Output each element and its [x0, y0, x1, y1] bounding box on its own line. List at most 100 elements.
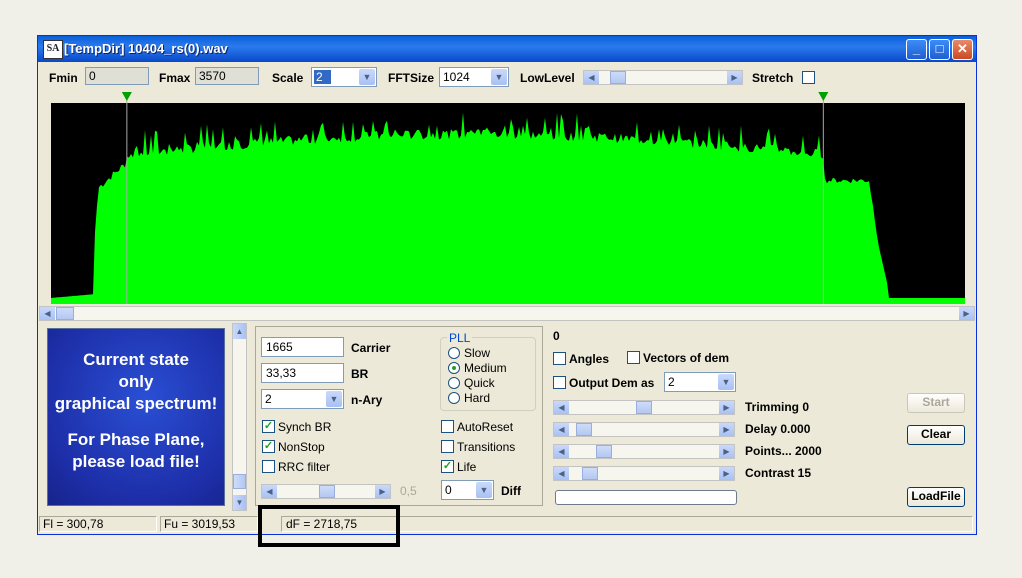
- trimming-slider[interactable]: ◀ ▶: [553, 400, 735, 415]
- pll-option-label: Slow: [464, 346, 491, 360]
- chevron-down-icon[interactable]: ▼: [326, 391, 342, 407]
- diff-label: Diff: [501, 484, 521, 498]
- arrow-down-icon[interactable]: ▼: [233, 495, 246, 510]
- pll-option-hard[interactable]: Hard: [448, 391, 534, 405]
- lowlevel-slider[interactable]: ◀ ▶: [583, 70, 743, 85]
- status-fu: Fu = 3019,53: [160, 516, 258, 532]
- arrow-right-icon[interactable]: ▶: [719, 445, 734, 458]
- scale-value: 2: [314, 70, 331, 84]
- synch-br-checkbox[interactable]: ✓: [262, 420, 275, 433]
- output-dem-select[interactable]: 2 ▼: [664, 372, 736, 392]
- pll-option-slow[interactable]: Slow: [448, 346, 534, 360]
- fmin-field[interactable]: 0: [85, 67, 149, 85]
- chevron-down-icon[interactable]: ▼: [476, 482, 492, 498]
- vectors-checkbox[interactable]: [627, 351, 640, 364]
- vectors-label: Vectors of dem: [643, 351, 730, 365]
- output-dem-checkbox[interactable]: [553, 376, 566, 389]
- arrow-right-icon[interactable]: ▶: [959, 307, 974, 320]
- arrow-right-icon[interactable]: ▶: [719, 401, 734, 414]
- pll-option-quick[interactable]: Quick: [448, 376, 534, 390]
- br-input[interactable]: 33,33: [261, 363, 344, 383]
- pll-option-medium[interactable]: Medium: [448, 361, 534, 375]
- fmax-field[interactable]: 3570: [195, 67, 259, 85]
- arrow-up-icon[interactable]: ▲: [233, 324, 246, 339]
- info-scroll-thumb[interactable]: [233, 474, 246, 489]
- points-label: Points... 2000: [745, 444, 822, 458]
- clear-button[interactable]: Clear: [907, 425, 965, 445]
- scale-select[interactable]: 2 ▼: [311, 67, 377, 87]
- nonstop-checkbox[interactable]: ✓: [262, 440, 275, 453]
- app-icon: SA: [43, 40, 63, 59]
- info-scrollbar[interactable]: ▲ ▼: [232, 323, 247, 511]
- info-line: only: [118, 372, 154, 391]
- transitions-checkbox[interactable]: [441, 440, 454, 453]
- demod-value: 0: [553, 329, 560, 343]
- info-panel: Current state only graphical spectrum! F…: [47, 328, 225, 506]
- pll-radio[interactable]: [448, 347, 460, 359]
- autoreset-checkbox[interactable]: [441, 420, 454, 433]
- stretch-checkbox[interactable]: [802, 71, 815, 84]
- title-bar[interactable]: SA [TempDir] 10404_rs(0).wav _ □ ✕: [38, 36, 976, 62]
- carrier-input[interactable]: 1665: [261, 337, 344, 357]
- arrow-right-icon[interactable]: ▶: [719, 423, 734, 436]
- delay-thumb[interactable]: [575, 423, 592, 436]
- arrow-left-icon[interactable]: ◀: [554, 423, 569, 436]
- main-window: SA [TempDir] 10404_rs(0).wav _ □ ✕ Fmin …: [37, 35, 977, 535]
- fmax-label: Fmax: [159, 71, 191, 85]
- synch-br-label: Synch BR: [278, 420, 332, 434]
- chevron-down-icon[interactable]: ▼: [359, 69, 375, 85]
- diff-select[interactable]: 0 ▼: [441, 480, 494, 500]
- arrow-left-icon[interactable]: ◀: [554, 401, 569, 414]
- contrast-thumb[interactable]: [582, 467, 599, 480]
- life-label: Life: [457, 460, 477, 474]
- delay-slider[interactable]: ◀ ▶: [553, 422, 735, 437]
- chevron-down-icon[interactable]: ▼: [491, 69, 507, 85]
- spectrum-display[interactable]: [39, 91, 975, 304]
- filter-slider[interactable]: ◀ ▶: [261, 484, 391, 499]
- filter-slider-thumb[interactable]: [319, 485, 335, 498]
- loadfile-button[interactable]: LoadFile: [907, 487, 965, 507]
- start-button[interactable]: Start: [907, 393, 965, 413]
- fftsize-select[interactable]: 1024 ▼: [439, 67, 509, 87]
- pll-option-label: Hard: [464, 391, 491, 405]
- points-thumb[interactable]: [595, 445, 612, 458]
- arrow-left-icon[interactable]: ◀: [40, 307, 55, 320]
- delay-label: Delay 0.000: [745, 422, 811, 436]
- br-label: BR: [351, 367, 369, 381]
- rrc-filter-label: RRC filter: [278, 460, 331, 474]
- trimming-thumb[interactable]: [636, 401, 652, 414]
- angles-checkbox[interactable]: [553, 352, 566, 365]
- fmin-label: Fmin: [49, 71, 78, 85]
- arrow-right-icon[interactable]: ▶: [727, 71, 742, 84]
- lowlevel-thumb[interactable]: [610, 71, 627, 84]
- minimize-button[interactable]: _: [906, 39, 927, 60]
- close-button[interactable]: ✕: [952, 39, 973, 60]
- pll-title: PLL: [447, 331, 473, 345]
- slider-value-label: 0,5: [400, 484, 417, 498]
- pll-radio[interactable]: [448, 362, 460, 374]
- info-line: graphical spectrum!: [54, 394, 218, 413]
- points-slider[interactable]: ◀ ▶: [553, 444, 735, 459]
- chevron-down-icon[interactable]: ▼: [718, 374, 734, 390]
- highlight-box: [258, 505, 400, 547]
- life-checkbox[interactable]: ✓: [441, 460, 454, 473]
- arrow-left-icon[interactable]: ◀: [554, 467, 569, 480]
- nary-select[interactable]: 2 ▼: [261, 389, 344, 409]
- contrast-slider[interactable]: ◀ ▶: [553, 466, 735, 481]
- arrow-right-icon[interactable]: ▶: [719, 467, 734, 480]
- spectrum-scroll-thumb[interactable]: [56, 307, 74, 320]
- arrow-left-icon[interactable]: ◀: [554, 445, 569, 458]
- maximize-button[interactable]: □: [929, 39, 950, 60]
- arrow-left-icon[interactable]: ◀: [262, 485, 277, 498]
- info-line: Current state: [83, 350, 189, 369]
- pll-radio[interactable]: [448, 377, 460, 389]
- fftsize-value: 1024: [443, 70, 470, 84]
- angles-label: Angles: [569, 352, 610, 366]
- rrc-filter-checkbox[interactable]: [262, 460, 275, 473]
- spectrum-scrollbar[interactable]: ◀ ▶: [39, 306, 975, 321]
- diff-value: 0: [445, 483, 452, 497]
- arrow-left-icon[interactable]: ◀: [584, 71, 599, 84]
- output-dem-value: 2: [668, 375, 675, 389]
- arrow-right-icon[interactable]: ▶: [375, 485, 390, 498]
- pll-radio[interactable]: [448, 392, 460, 404]
